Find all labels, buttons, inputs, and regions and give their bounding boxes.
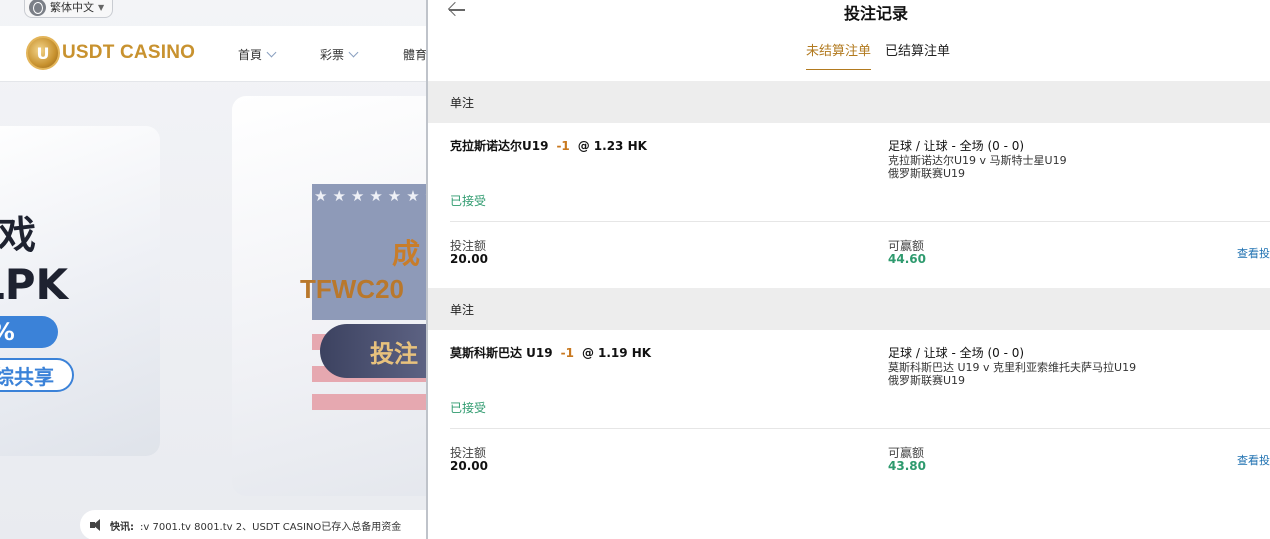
handicap-value: -1 <box>560 346 574 360</box>
nav-label: 體育 <box>403 48 428 62</box>
ticker-label: 快讯: <box>110 521 134 533</box>
at-sign: @ <box>577 139 590 153</box>
tab-unsettled[interactable]: 未结算注单 <box>806 40 872 70</box>
bet-card: 克拉斯诺达尔U19 -1 @1.23 HK 足球 / 让球 - 全场 (0 - 0)… <box>428 123 1270 288</box>
bet-type-header: 单注 <box>428 288 1270 330</box>
globe-icon <box>29 0 46 16</box>
language-label: 繁体中文 <box>50 1 94 14</box>
ticker-text: :v 7001.tv 8001.tv 2、USDT CASINO已存入总备用资金 <box>140 521 402 533</box>
tab-settled[interactable]: 已结算注单 <box>885 40 950 70</box>
caret-down-icon: ▼ <box>98 2 105 12</box>
speaker-icon <box>90 519 104 531</box>
bet-status-badge: 已接受 <box>450 194 487 208</box>
stake-value: 20.00 <box>450 252 488 266</box>
banner-subheadline: LPK <box>0 260 69 309</box>
divider <box>450 428 1270 429</box>
league-name: 俄罗斯联赛U19 <box>888 167 966 180</box>
odds-value: 1.19 HK <box>597 346 652 360</box>
banner-bet-button[interactable]: 投注 <box>320 324 428 378</box>
bet-record-panel: 投注记录 未结算注单 已结算注单 单注 克拉斯诺达尔U19 -1 @1.23 HK … <box>426 0 1270 539</box>
chevron-down-icon <box>348 47 359 58</box>
at-sign: @ <box>581 346 594 360</box>
selection-team: 莫斯科斯巴达 U19 <box>450 346 553 360</box>
bet-selection: 莫斯科斯巴达 U19 -1 @1.19 HK <box>450 344 651 361</box>
banner-share-button[interactable]: 综共享 <box>0 358 74 392</box>
language-selector[interactable]: 繁体中文 ▼ <box>24 0 114 18</box>
divider <box>450 221 1270 222</box>
win-value: 44.60 <box>888 252 926 266</box>
banner-title: 成 <box>392 237 421 270</box>
promo-banner-right[interactable]: ★★★★★★★★★★★★★★★★★★★★★★★★★★★★★★★★★★★★ 成 T… <box>232 96 428 496</box>
logo-text: USDT CASINO <box>62 42 196 63</box>
banner-headline: 戏 <box>0 213 37 257</box>
casino-site-background: 繁体中文 ▼ U USDT CASINO 首頁 彩票 體育 戏 LPK 3% 综… <box>0 0 428 539</box>
site-logo[interactable]: U USDT CASINO <box>26 36 195 70</box>
view-bet-details-link[interactable]: 查看投注 <box>1237 452 1270 468</box>
stake-value: 20.00 <box>450 459 488 473</box>
bet-status-badge: 已接受 <box>450 401 487 415</box>
nav-label: 首頁 <box>238 48 263 62</box>
banner-rate-pill: 3% <box>0 316 58 348</box>
nav-item-home[interactable]: 首頁 <box>238 46 277 63</box>
nav-item-sports[interactable]: 體育 <box>403 46 427 63</box>
win-value: 43.80 <box>888 459 926 473</box>
selection-team: 克拉斯诺达尔U19 <box>450 139 549 153</box>
site-navbar: U USDT CASINO 首頁 彩票 體育 <box>0 26 428 82</box>
chevron-down-icon <box>266 47 277 58</box>
news-ticker: 快讯: :v 7001.tv 8001.tv 2、USDT CASINO已存入总… <box>80 510 428 539</box>
league-name: 俄罗斯联赛U19 <box>888 374 966 387</box>
bet-selection: 克拉斯诺达尔U19 -1 @1.23 HK <box>450 137 647 154</box>
handicap-value: -1 <box>556 139 570 153</box>
bet-card: 莫斯科斯巴达 U19 -1 @1.19 HK 足球 / 让球 - 全场 (0 - 0… <box>428 330 1270 495</box>
banner-subtitle: TFWC20 <box>300 274 404 304</box>
bet-tabs: 未结算注单 已结算注单 <box>806 40 950 70</box>
view-bet-details-link[interactable]: 查看投注 <box>1237 245 1270 261</box>
nav-item-lottery[interactable]: 彩票 <box>320 46 359 63</box>
logo-coin-icon: U <box>26 36 60 70</box>
odds-value: 1.23 HK <box>593 139 647 153</box>
bet-type-header: 单注 <box>428 81 1270 123</box>
page-title: 投注记录 <box>843 4 908 23</box>
promo-banner-left[interactable]: 戏 LPK 3% 综共享 <box>0 126 160 456</box>
nav-label: 彩票 <box>320 48 345 62</box>
